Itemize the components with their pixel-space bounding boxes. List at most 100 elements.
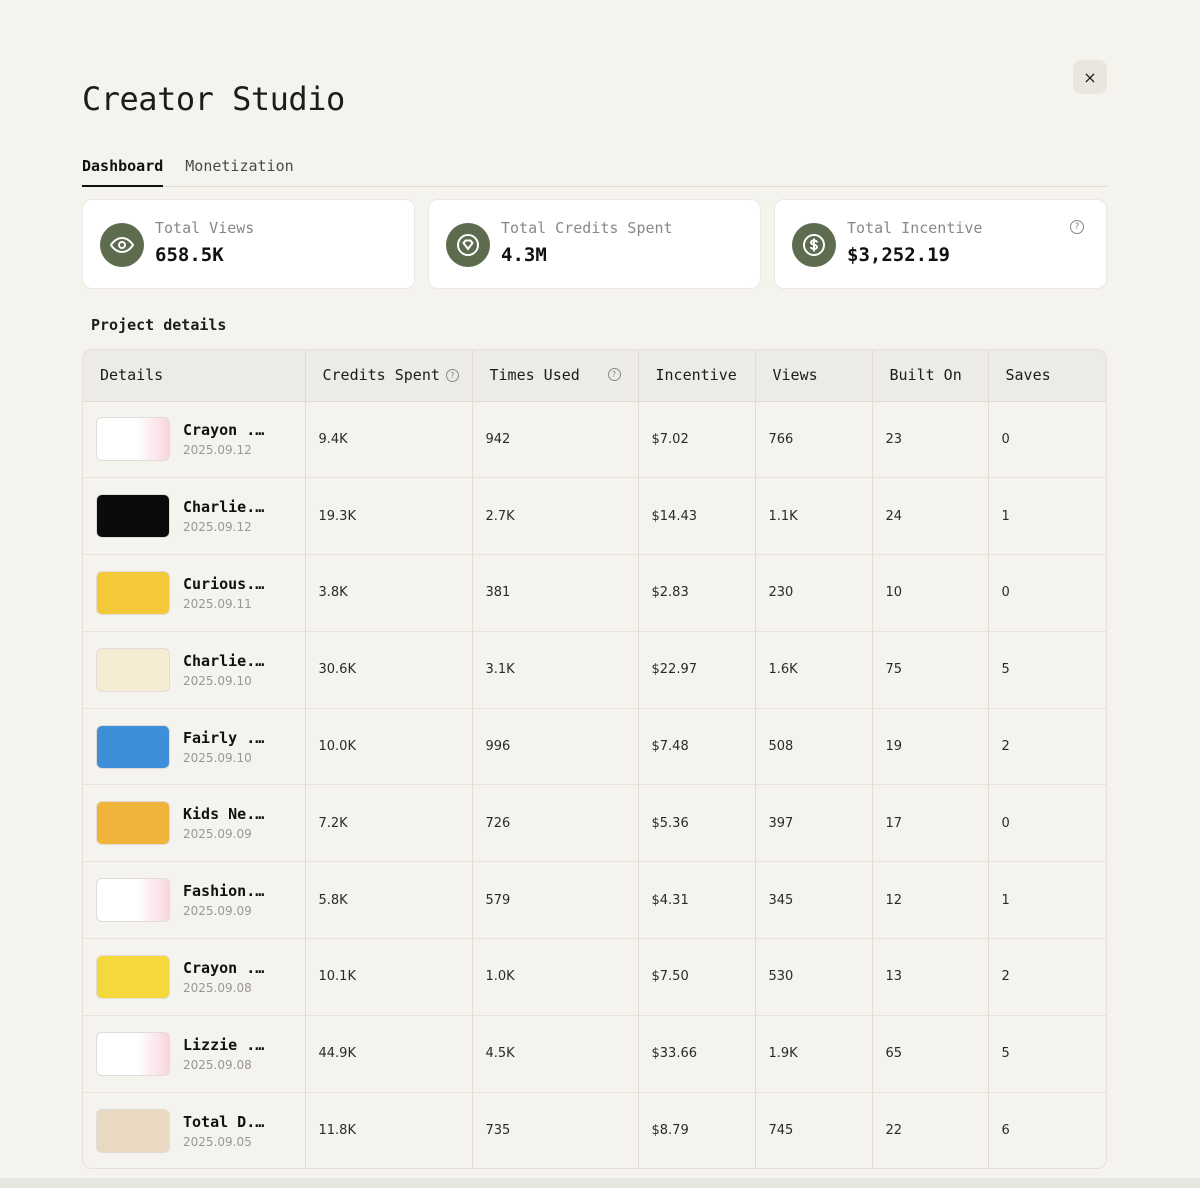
table-row[interactable]: Fashion... 2025.09.09 5.8K 579 $4.31 345 12 1 (83, 861, 1106, 940)
views-cell: 766 (755, 401, 873, 479)
project-name[interactable]: Kids Ne... (183, 805, 265, 823)
project-name[interactable]: Total D... (183, 1113, 265, 1131)
incentive-cell: $5.36 (638, 784, 756, 863)
credits-spent-cell: 11.8K (305, 1092, 473, 1168)
table-row[interactable]: Crayon ... 2025.09.08 10.1K 1.0K $7.50 530 1… (83, 938, 1106, 1016)
eye-icon (100, 223, 144, 267)
dollar-icon (792, 223, 836, 267)
project-name[interactable]: Crayon ... (183, 421, 265, 439)
bottom-bar (0, 1178, 1200, 1188)
project-thumbnail[interactable] (96, 1031, 170, 1076)
incentive-cell: $33.66 (638, 1015, 756, 1093)
project-name[interactable]: Curious... (183, 575, 265, 593)
project-date: 2025.09.09 (183, 904, 252, 919)
credits-spent-cell: 10.0K (305, 708, 473, 786)
built-on-cell: 13 (872, 938, 989, 1016)
credits-spent-cell: 5.8K (305, 861, 473, 940)
saves-cell: 5 (988, 1015, 1106, 1093)
views-cell: 397 (755, 784, 873, 863)
credits-spent-cell: 44.9K (305, 1015, 473, 1093)
table-row[interactable]: Charlie... 2025.09.12 19.3K 2.7K $14.43 1.1… (83, 477, 1106, 556)
project-date: 2025.09.08 (183, 980, 252, 995)
incentive-cell: $14.43 (638, 477, 756, 556)
project-date: 2025.09.10 (183, 673, 252, 688)
times-used-cell: 381 (472, 554, 639, 632)
project-thumbnail[interactable] (96, 647, 170, 692)
help-icon[interactable]: ? (1070, 220, 1084, 234)
col-header-label: Credits Spent (322, 366, 440, 385)
page-title: Creator Studio (82, 80, 345, 118)
project-thumbnail[interactable] (96, 801, 170, 846)
times-used-cell: 2.7K (472, 477, 639, 556)
col-header-label: Built On (889, 366, 962, 385)
views-cell: 1.1K (755, 477, 873, 556)
col-header-label: Views (772, 366, 818, 385)
project-name[interactable]: Fairly ... (183, 729, 265, 747)
built-on-cell: 65 (872, 1015, 989, 1093)
close-button[interactable]: × (1073, 60, 1107, 94)
table-row[interactable]: Total D... 2025.09.05 11.8K 735 $8.79 745 22… (83, 1092, 1106, 1168)
help-icon[interactable]: ? (607, 368, 621, 381)
project-thumbnail[interactable] (96, 878, 170, 923)
tab-monetization[interactable]: Monetization (185, 155, 293, 187)
times-used-cell: 3.1K (472, 631, 639, 709)
credits-spent-cell: 9.4K (305, 401, 473, 479)
table-row[interactable]: Kids Ne... 2025.09.09 7.2K 726 $5.36 397 17 0 (83, 784, 1106, 863)
saves-cell: 1 (988, 477, 1106, 556)
incentive-cell: $8.79 (638, 1092, 756, 1168)
details-cell: Charlie... 2025.09.10 (83, 631, 306, 709)
project-name[interactable]: Lizzie ... (183, 1036, 265, 1054)
project-date: 2025.09.09 (183, 827, 252, 842)
saves-cell: 5 (988, 631, 1106, 709)
credits-spent-cell: 7.2K (305, 784, 473, 863)
details-cell: Fairly ... 2025.09.10 (83, 708, 306, 786)
views-cell: 230 (755, 554, 873, 632)
project-name[interactable]: Crayon ... (183, 959, 265, 977)
help-icon[interactable]: ? (445, 369, 459, 383)
col-header-label: Saves (1005, 366, 1051, 385)
stats-row: Total Views 658.5K Total Credits Spent 4… (82, 199, 1107, 289)
times-used-cell: 4.5K (472, 1015, 639, 1093)
project-thumbnail[interactable] (96, 494, 170, 539)
col-header-label: Details (100, 366, 164, 385)
stat-value: 658.5K (155, 244, 224, 266)
col-header-times-used[interactable]: Times Used? (472, 350, 639, 402)
saves-cell: 6 (1001, 1123, 1010, 1139)
project-thumbnail[interactable] (96, 954, 170, 999)
project-thumbnail[interactable] (96, 724, 170, 769)
project-name[interactable]: Charlie... (183, 652, 265, 670)
project-thumbnail[interactable] (96, 1108, 170, 1153)
table-row[interactable]: Fairly ... 2025.09.10 10.0K 996 $7.48 508 19… (83, 708, 1106, 786)
views-cell: 745 (755, 1092, 873, 1168)
saves-cell: 2 (988, 708, 1106, 786)
built-on-cell: 24 (872, 477, 989, 556)
project-date: 2025.09.12 (183, 443, 252, 458)
table-row[interactable]: Charlie... 2025.09.10 30.6K 3.1K $22.97 1.6… (83, 631, 1106, 709)
col-header-built-on[interactable]: Built On (872, 350, 989, 402)
col-header-details[interactable]: Details (83, 350, 306, 402)
credits-spent-cell: 30.6K (305, 631, 473, 709)
details-cell: Charlie... 2025.09.12 (83, 477, 306, 556)
project-table: Details Credits Spent? Times Used? Incen… (82, 349, 1107, 1169)
project-date: 2025.09.12 (183, 520, 252, 535)
incentive-cell: $7.02 (638, 401, 756, 479)
project-thumbnail[interactable] (96, 570, 170, 615)
table-row[interactable]: Crayon ... 2025.09.12 9.4K 942 $7.02 766 23 0 (83, 401, 1106, 479)
table-row[interactable]: Curious... 2025.09.11 3.8K 381 $2.83 230 10 0 (83, 554, 1106, 632)
incentive-cell: $7.50 (638, 938, 756, 1016)
gem-icon (446, 223, 490, 267)
col-header-views[interactable]: Views (755, 350, 873, 402)
col-header-credits-spent[interactable]: Credits Spent? (305, 350, 473, 402)
times-used-cell: 942 (472, 401, 639, 479)
built-on-cell: 12 (872, 861, 989, 940)
details-cell: Total D... 2025.09.05 (83, 1092, 306, 1168)
table-row[interactable]: Lizzie ... 2025.09.08 44.9K 4.5K $33.66 1.9… (83, 1015, 1106, 1093)
tab-dashboard[interactable]: Dashboard (82, 155, 164, 187)
col-header-saves[interactable]: Saves (988, 350, 1106, 402)
project-name[interactable]: Charlie... (183, 498, 265, 516)
project-thumbnail[interactable] (96, 417, 170, 462)
project-date: 2025.09.05 (183, 1134, 252, 1149)
project-name[interactable]: Fashion... (183, 882, 265, 900)
col-header-incentive[interactable]: Incentive (638, 350, 756, 402)
times-used-cell: 726 (472, 784, 639, 863)
